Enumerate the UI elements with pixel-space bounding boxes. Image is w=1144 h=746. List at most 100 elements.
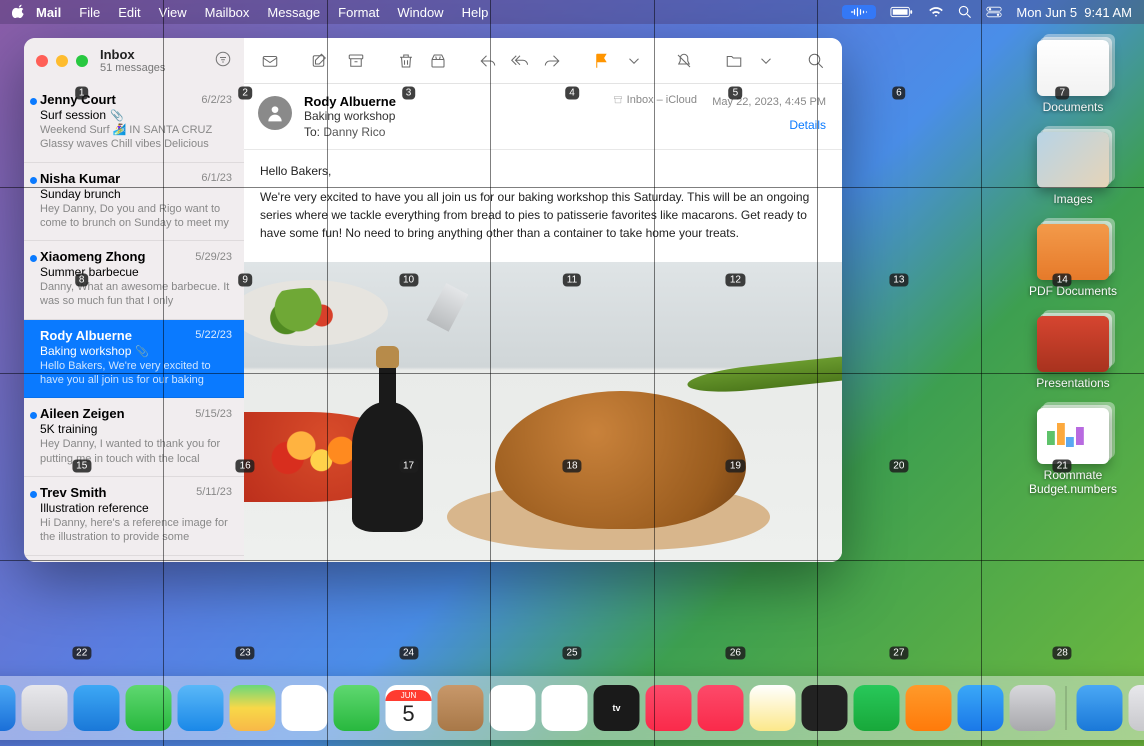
email-details-link[interactable]: Details: [613, 118, 826, 132]
archive-button[interactable]: [342, 47, 370, 75]
dock-app-pages[interactable]: [906, 685, 952, 731]
message-sender: Jenny Court: [40, 92, 116, 107]
dock-app-settings[interactable]: [1010, 685, 1056, 731]
menu-edit[interactable]: Edit: [118, 5, 140, 20]
message-preview: Hi Danny, here's a reference image for t…: [40, 516, 232, 545]
spotlight-icon[interactable]: [958, 5, 972, 19]
message-row[interactable]: Xiaomeng Zhong5/29/23Summer barbecueDann…: [24, 241, 244, 320]
move-button[interactable]: [720, 47, 748, 75]
message-subject: Summer barbecue: [40, 265, 232, 279]
message-sender: Xiaomeng Zhong: [40, 249, 145, 264]
battery-icon[interactable]: [890, 6, 914, 18]
desktop-stack[interactable]: Roommate Budget.numbers: [1018, 408, 1128, 496]
message-subject: Baking workshop📎: [40, 344, 232, 358]
message-row[interactable]: Nisha Kumar6/1/23Sunday brunchHey Danny,…: [24, 163, 244, 242]
menu-help[interactable]: Help: [462, 5, 489, 20]
menu-view[interactable]: View: [159, 5, 187, 20]
clock[interactable]: Mon Jun 5 9:41 AM: [1016, 5, 1132, 20]
message-date: 6/1/23: [201, 172, 232, 184]
forward-button[interactable]: [538, 47, 566, 75]
delete-button[interactable]: [392, 47, 420, 75]
control-center-icon[interactable]: [986, 6, 1002, 18]
mute-button[interactable]: [670, 47, 698, 75]
flag-button[interactable]: [588, 47, 616, 75]
dock-app-tv[interactable]: tv: [594, 685, 640, 731]
desktop-stack[interactable]: Documents: [1018, 40, 1128, 114]
message-date: 5/11/23: [196, 486, 232, 498]
reply-button[interactable]: [474, 47, 502, 75]
toolbar: [244, 38, 842, 84]
desktop-stack[interactable]: Images: [1018, 132, 1128, 206]
move-menu-button[interactable]: [752, 47, 780, 75]
apple-menu-icon[interactable]: [12, 4, 26, 21]
message-preview: Weekend Surf 🏄‍♀️ IN SANTA CRUZ Glassy w…: [40, 123, 232, 152]
close-window-button[interactable]: [36, 55, 48, 67]
message-list[interactable]: Jenny Court6/2/23Surf session📎Weekend Su…: [24, 84, 244, 562]
dock-app-finder[interactable]: [0, 685, 16, 731]
dock-app-reminders[interactable]: [490, 685, 536, 731]
stack-label: PDF Documents: [1018, 284, 1128, 298]
menubar: Mail File Edit View Mailbox Message Form…: [0, 0, 1144, 24]
menu-message[interactable]: Message: [267, 5, 320, 20]
dock-app-appstore[interactable]: [958, 685, 1004, 731]
message-row[interactable]: Aileen Zeigen5/15/235K trainingHey Danny…: [24, 398, 244, 477]
flag-menu-button[interactable]: [620, 47, 648, 75]
message-preview: Hey Danny, I wanted to thank you for put…: [40, 437, 232, 466]
voice-control-icon[interactable]: [842, 5, 876, 19]
reply-all-button[interactable]: [506, 47, 534, 75]
email-timestamp: May 22, 2023, 4:45 PM: [712, 96, 826, 108]
desktop-stacks: Documents Images PDF Documents Presentation…: [1018, 40, 1128, 496]
dock-app-contacts[interactable]: [438, 685, 484, 731]
filter-icon[interactable]: [214, 50, 232, 73]
dock-app-launchpad[interactable]: [22, 685, 68, 731]
menu-file[interactable]: File: [79, 5, 100, 20]
dock-app-facetime[interactable]: [334, 685, 380, 731]
message-date: 6/2/23: [201, 94, 232, 106]
mail-window: Inbox 51 messages Jenny Court6/2/23Surf …: [24, 38, 842, 562]
salad-bowl: [244, 280, 388, 346]
desktop-stack[interactable]: PDF Documents: [1018, 224, 1128, 298]
dock-downloads[interactable]: [1077, 685, 1123, 731]
dock-app-freeform[interactable]: [542, 685, 588, 731]
email-body: Hello Bakers, We're very excited to have…: [244, 150, 842, 262]
message-content: Rody Albuerne Baking workshop To: Danny …: [244, 38, 842, 562]
stack-thumbnail: [1037, 316, 1109, 372]
menu-mailbox[interactable]: Mailbox: [205, 5, 250, 20]
dock-app-numbers[interactable]: [854, 685, 900, 731]
dock-app-voice-memos[interactable]: [802, 685, 848, 731]
message-row[interactable]: Trev Smith5/11/23Illustration referenceH…: [24, 477, 244, 556]
message-date: 5/15/23: [195, 408, 232, 420]
sender-avatar[interactable]: [258, 96, 292, 130]
junk-button[interactable]: [424, 47, 452, 75]
sidebar-header: Inbox 51 messages: [24, 38, 244, 84]
message-preview: Hey Danny, Do you and Rigo want to come …: [40, 202, 232, 231]
get-mail-button[interactable]: [256, 47, 284, 75]
message-row[interactable]: Jenny Court6/2/23Surf session📎Weekend Su…: [24, 84, 244, 163]
dock-app-notes[interactable]: [750, 685, 796, 731]
dock-trash[interactable]: [1129, 685, 1144, 731]
zoom-window-button[interactable]: [76, 55, 88, 67]
menu-app-name[interactable]: Mail: [36, 5, 61, 20]
dock-app-music[interactable]: [646, 685, 692, 731]
grid-cell-label: 22: [72, 646, 91, 659]
dock-app-safari[interactable]: [74, 685, 120, 731]
oil-bottle: [352, 346, 424, 532]
message-row[interactable]: Fleur Lasseur5/10/23Baseball team fundra…: [24, 556, 244, 562]
dock-app-calendar[interactable]: JUN5: [386, 685, 432, 731]
dock-app-news[interactable]: [698, 685, 744, 731]
dock-app-messages[interactable]: [126, 685, 172, 731]
menu-format[interactable]: Format: [338, 5, 379, 20]
dock-app-maps[interactable]: [230, 685, 276, 731]
desktop-stack[interactable]: Presentations: [1018, 316, 1128, 390]
search-button[interactable]: [802, 47, 830, 75]
compose-button[interactable]: [306, 47, 334, 75]
wifi-icon[interactable]: [928, 6, 944, 18]
dock: JUN5 tv: [0, 676, 1144, 740]
message-subject: 5K training: [40, 422, 232, 436]
menu-window[interactable]: Window: [397, 5, 443, 20]
minimize-window-button[interactable]: [56, 55, 68, 67]
email-attachment-image: [244, 262, 842, 562]
dock-app-mail[interactable]: [178, 685, 224, 731]
message-row[interactable]: Rody Albuerne5/22/23Baking workshop📎Hell…: [24, 320, 244, 399]
dock-app-photos[interactable]: [282, 685, 328, 731]
